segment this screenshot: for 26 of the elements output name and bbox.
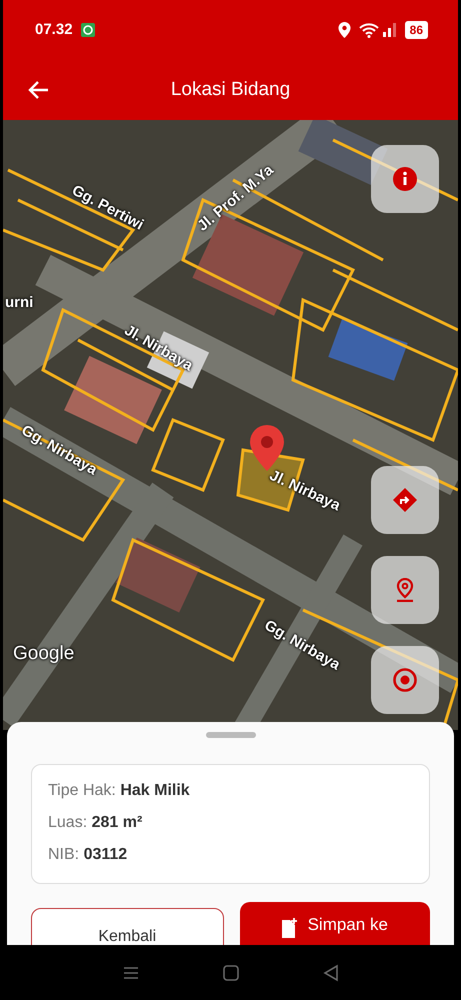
directions-icon xyxy=(393,488,417,512)
location-icon xyxy=(338,22,351,38)
home-icon[interactable] xyxy=(220,962,240,982)
wifi-icon xyxy=(358,22,379,38)
info-icon xyxy=(393,167,417,191)
screen-title: Lokasi Bidang xyxy=(170,78,292,102)
map-control-button[interactable] xyxy=(371,556,439,624)
battery-level: 86 xyxy=(404,21,428,39)
detail-text: Tipe Hak: Hak Milik xyxy=(48,781,191,801)
map-attribution: Google xyxy=(13,642,74,666)
street-label: urni xyxy=(5,293,34,313)
back-button[interactable]: Kembali xyxy=(31,908,224,945)
map-control-button[interactable] xyxy=(371,646,439,714)
target-icon xyxy=(393,668,417,692)
map-control-button[interactable] xyxy=(371,466,439,534)
detail-text: NIB: 03112 xyxy=(48,845,128,865)
drag-handle[interactable] xyxy=(206,732,256,738)
map-pin-icon xyxy=(250,425,284,471)
detail-text: Luas: 281 m² xyxy=(48,813,144,833)
document-add-icon xyxy=(282,918,298,938)
save-button[interactable]: Simpan ke xyxy=(240,902,430,945)
clock-time: 07.32 xyxy=(35,20,73,40)
map-control-button[interactable] xyxy=(371,145,439,213)
notification-icon xyxy=(80,23,95,37)
back-arrow-icon[interactable] xyxy=(27,80,49,100)
signal-icon xyxy=(382,23,397,37)
